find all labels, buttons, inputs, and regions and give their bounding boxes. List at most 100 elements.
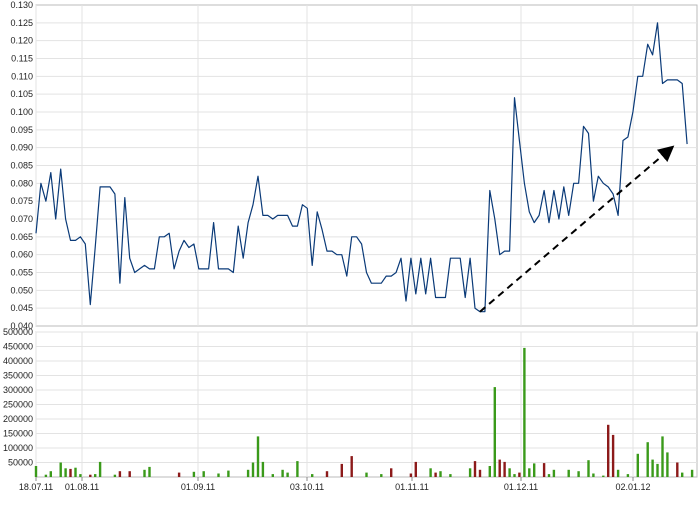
volume-bar (666, 452, 669, 477)
volume-bar (607, 424, 610, 477)
price-y-tick-label: 0.060 (10, 250, 33, 260)
volume-bar (59, 462, 62, 477)
volume-panel: 50000 100000 150000 200000 250000 300000 35000… (3, 327, 698, 492)
volume-bar (488, 466, 491, 477)
volume-bar (98, 461, 102, 477)
volume-bar (69, 468, 72, 477)
x-tick-label: 01.12.11 (504, 482, 538, 492)
volume-bar (567, 469, 570, 478)
volume-bar (676, 462, 679, 477)
volume-bar (113, 474, 117, 477)
price-y-tick-label: 0.065 (10, 232, 33, 242)
volume-bar (528, 468, 531, 477)
price-y-tick-label: 0.130 (10, 0, 33, 10)
price-y-tick-label: 0.125 (10, 18, 33, 28)
volume-bar (49, 471, 52, 477)
price-y-tick-label: 0.070 (10, 214, 33, 224)
price-y-tick-label: 0.100 (10, 107, 33, 117)
volume-bar (518, 472, 521, 477)
volume-bar (148, 466, 151, 477)
volume-bar (128, 471, 131, 477)
volume-bar (439, 471, 442, 477)
volume-bar (513, 474, 516, 477)
volume-bar (542, 463, 546, 477)
x-tick-label: 01.08.11 (65, 482, 99, 492)
price-y-tick-label: 0.055 (10, 268, 33, 278)
volume-bar (217, 473, 220, 477)
price-panel: 0.0400.0450.0500.0550.0600.0650.0700.075… (10, 0, 698, 331)
volume-y-tick-label: 450000 (3, 342, 33, 352)
volume-y-tick-label: 400000 (3, 356, 33, 366)
volume-bar (651, 459, 654, 477)
volume-bar (340, 463, 343, 477)
volume-bar (64, 468, 67, 477)
volume-bar (508, 468, 511, 477)
volume-bar (547, 474, 551, 477)
volume-y-tick-label: 100000 (3, 443, 33, 453)
volume-bar (611, 434, 615, 477)
volume-bar (626, 474, 630, 477)
volume-bar (616, 469, 620, 478)
volume-bar (533, 463, 536, 477)
price-y-tick-label: 0.090 (10, 143, 33, 153)
volume-bar (409, 473, 413, 477)
volume-bar (44, 474, 48, 477)
volume-bar (94, 474, 97, 477)
volume-bar (246, 469, 250, 478)
volume-bar (690, 469, 694, 478)
chart-svg: 0.0400.0450.0500.0550.0600.0650.0700.075… (3, 0, 698, 492)
volume-bar (350, 456, 353, 477)
volume-bar (79, 474, 82, 477)
volume-bar (468, 468, 472, 477)
volume-bar (143, 469, 146, 478)
volume-y-tick-label: 300000 (3, 385, 33, 395)
volume-bar (34, 466, 38, 477)
volume-bar (380, 474, 383, 477)
volume-bar (602, 475, 605, 477)
volume-bar (498, 459, 501, 477)
volume-bar (311, 474, 314, 477)
volume-bar (365, 472, 368, 477)
volume-bar (503, 461, 506, 477)
volume-bar (271, 474, 274, 477)
price-y-tick-label: 0.115 (11, 54, 33, 64)
volume-bar (325, 471, 329, 477)
volume-bar (434, 472, 437, 477)
volume-bar (281, 469, 284, 478)
volume-y-tick-label: 200000 (3, 414, 33, 424)
volume-bar (177, 472, 181, 477)
x-tick-label: 18.07.11 (19, 482, 53, 492)
volume-bar (256, 436, 260, 477)
price-y-tick-label: 0.105 (10, 89, 33, 99)
price-y-tick-label: 0.080 (10, 178, 33, 188)
volume-bar (296, 461, 299, 477)
volume-bar (449, 474, 452, 477)
volume-bar (192, 471, 196, 477)
price-y-tick-label: 0.120 (10, 36, 33, 46)
price-y-tick-label: 0.085 (10, 161, 33, 171)
volume-bar (227, 470, 230, 477)
price-y-tick-label: 0.050 (10, 285, 33, 295)
x-tick-label: 02.01.12 (615, 482, 650, 492)
volume-bar (577, 471, 580, 477)
volume-y-tick-label: 150000 (3, 429, 33, 439)
volume-bar (390, 468, 393, 477)
volume-bar (681, 472, 684, 477)
volume-bar (636, 453, 639, 477)
volume-y-tick-label: 50000 (8, 458, 33, 468)
price-y-tick-label: 0.075 (10, 196, 33, 206)
chart: 0.040 0.045 0.050 0.055 0.060 0.065 0.070 0.075… (0, 0, 700, 500)
volume-bar (251, 462, 255, 477)
price-y-tick-label: 0.095 (10, 125, 33, 135)
volume-bar (74, 467, 77, 477)
x-tick-label: 01.09.11 (181, 482, 215, 492)
volume-bar (286, 472, 289, 477)
volume-bar (592, 473, 595, 477)
volume-bar (89, 474, 92, 477)
volume-bar (478, 469, 482, 478)
x-tick-label: 03.10.11 (290, 482, 324, 492)
volume-bar (202, 471, 205, 477)
volume-y-tick-label: 250000 (3, 400, 33, 410)
volume-bar (661, 436, 664, 477)
price-y-tick-label: 0.045 (10, 303, 33, 313)
